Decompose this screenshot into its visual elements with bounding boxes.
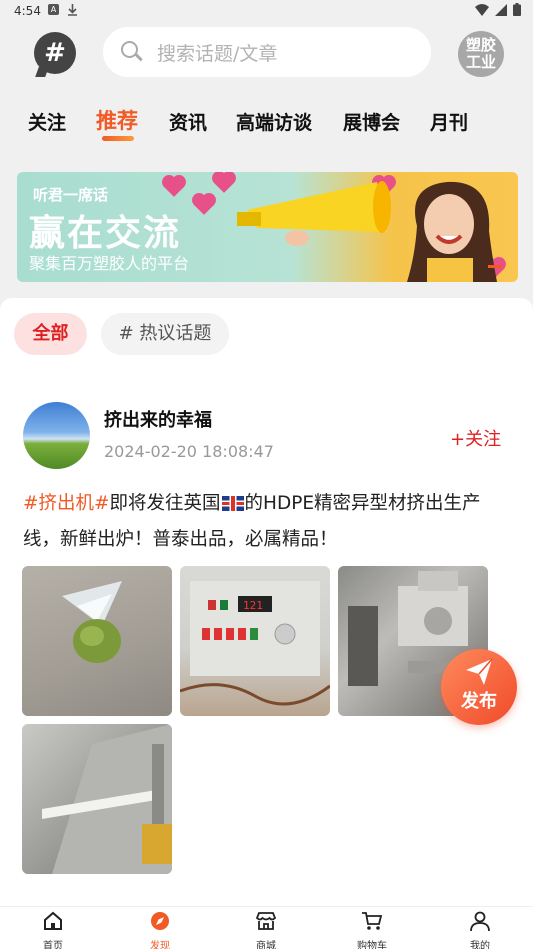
post-photo[interactable]: 121 (180, 566, 330, 716)
photo-content: 121 (180, 581, 330, 706)
compass-icon (151, 912, 169, 930)
tab-monthly[interactable]: 月刊 (430, 108, 468, 135)
signal-icon (495, 3, 507, 16)
search-bar[interactable]: 搜索话题/文章 (103, 27, 431, 77)
brand-logo[interactable]: 塑胶 工业 (458, 31, 504, 77)
status-bar: 4:54 A (0, 0, 533, 24)
nav-store[interactable]: 商城 (236, 910, 296, 949)
filter-all-button[interactable]: 全部 (14, 313, 87, 355)
photo-content (42, 724, 172, 874)
filter-hot-topics-button[interactable]: # 热议话题 (101, 313, 229, 355)
heart-decoration (194, 195, 214, 215)
avatar[interactable] (23, 402, 90, 469)
status-notifications: A (48, 4, 78, 16)
home-icon (44, 911, 62, 930)
banner-page-indicator (488, 265, 502, 268)
promo-banner[interactable]: 听君一席话 赢在交流 聚集百万塑胶人的平台 (17, 172, 518, 282)
feed-content: 全部 # 热议话题 挤出来的幸福 2024-02-20 18:08:47 +关注… (0, 298, 533, 906)
publish-button[interactable]: 发布 (441, 649, 517, 725)
nav-cart[interactable]: 购物车 (342, 910, 402, 949)
bottom-nav: 首页 发现 商城 购物车 我的 (0, 906, 533, 949)
nav-discover[interactable]: 发现 (130, 910, 190, 949)
heart-decoration (164, 177, 184, 197)
tab-interviews[interactable]: 高端访谈 (236, 108, 312, 135)
search-placeholder: 搜索话题/文章 (157, 42, 278, 65)
tab-recommend[interactable]: 推荐 (96, 105, 138, 135)
active-tab-indicator (102, 136, 134, 141)
tab-news[interactable]: 资讯 (169, 108, 207, 135)
uk-flag-icon (221, 496, 244, 511)
post-photo[interactable] (22, 566, 172, 716)
banner-tagline: 听君一席话 (33, 186, 109, 204)
follow-button[interactable]: +关注 (450, 425, 501, 451)
topic-button[interactable]: # (34, 32, 76, 74)
post-timestamp: 2024-02-20 18:08:47 (104, 442, 274, 461)
nav-profile[interactable]: 我的 (450, 910, 510, 949)
nav-home[interactable]: 首页 (23, 910, 83, 949)
megaphone-image (237, 181, 391, 246)
top-header: # 搜索话题/文章 塑胶 工业 (0, 24, 533, 84)
banner-subline: 聚集百万塑胶人的平台 (29, 254, 190, 273)
post-photo[interactable] (22, 724, 172, 874)
hashtag-icon: # (44, 38, 66, 68)
photo-content (62, 581, 122, 663)
battery-icon (513, 3, 521, 16)
svg-text:121: 121 (243, 599, 263, 612)
category-tabs: 关注 推荐 资讯 高端访谈 展博会 月刊 (0, 96, 533, 146)
post-hashtag[interactable]: #挤出机# (23, 493, 110, 514)
user-icon (470, 911, 490, 932)
store-icon (255, 912, 277, 930)
search-icon (121, 41, 143, 63)
post-username[interactable]: 挤出来的幸福 (104, 406, 212, 432)
wifi-icon (475, 3, 489, 16)
tab-follow[interactable]: 关注 (28, 108, 66, 135)
tab-expo[interactable]: 展博会 (343, 108, 400, 135)
app-notification-icon: A (48, 4, 59, 15)
banner-headline: 赢在交流 (29, 212, 182, 254)
cart-icon (362, 912, 383, 930)
status-time: 4:54 (14, 4, 41, 18)
publish-label: 发布 (461, 691, 497, 712)
send-icon (466, 658, 493, 685)
download-icon (68, 4, 77, 16)
post-text[interactable]: #挤出机#即将发往英国 的HDPE精密异型材挤出生产线，新鲜出炉！普泰出品，必属精… (23, 486, 513, 558)
status-system-icons (475, 3, 521, 16)
